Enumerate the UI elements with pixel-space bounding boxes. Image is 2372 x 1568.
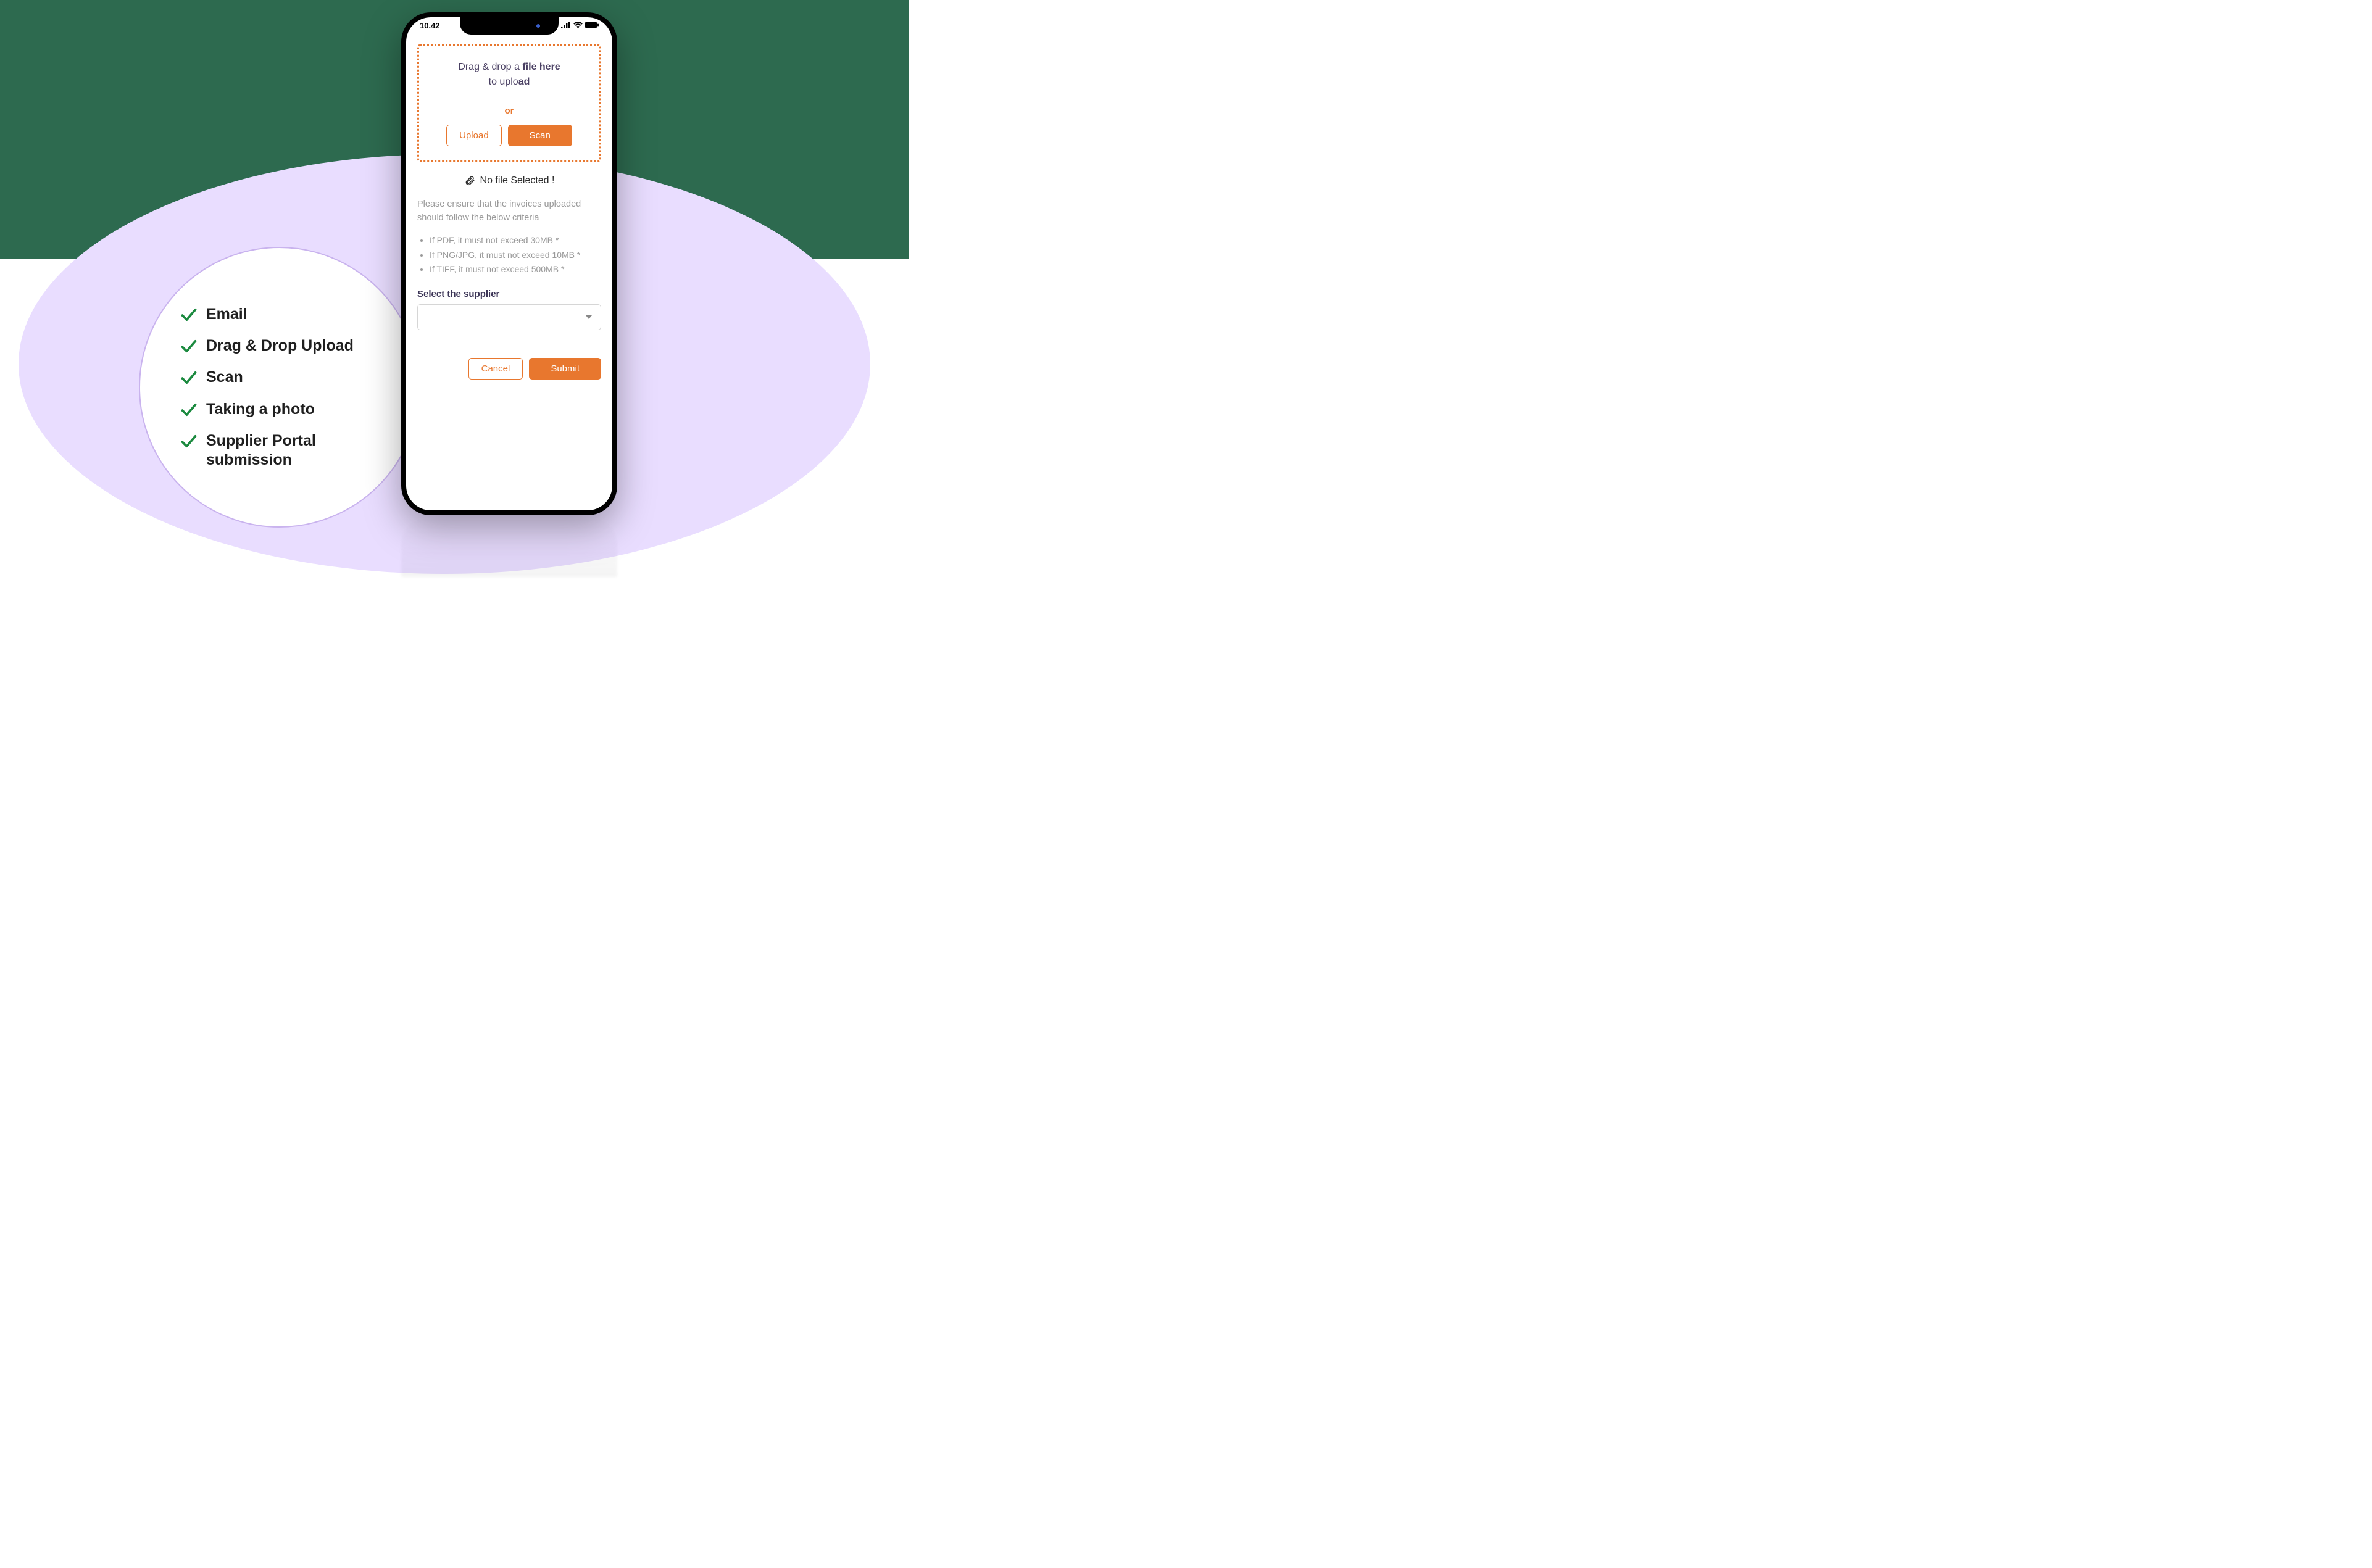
feature-label: Scan — [206, 368, 243, 387]
phone-frame: 10.42 Drag & drop a file here to upload — [401, 12, 617, 515]
phone-screen: 10.42 Drag & drop a file here to upload — [406, 17, 612, 510]
status-time: 10.42 — [420, 21, 440, 30]
criteria-item: If TIFF, it must not exceed 500MB * — [430, 263, 601, 276]
feature-label: Taking a photo — [206, 400, 315, 419]
feature-item: Scan — [180, 368, 418, 387]
paperclip-icon — [464, 175, 475, 186]
dropzone[interactable]: Drag & drop a file here to upload or Upl… — [417, 44, 601, 162]
no-file-row: No file Selected ! — [417, 175, 601, 186]
phone-reflection — [401, 515, 617, 577]
no-file-label: No file Selected ! — [480, 175, 555, 186]
feature-label: Email — [206, 305, 248, 324]
dropzone-title: Drag & drop a file here to upload — [425, 60, 593, 89]
check-icon — [180, 338, 198, 355]
dropzone-text-bold: file here — [522, 62, 560, 72]
battery-icon — [585, 21, 599, 30]
feature-item: Drag & Drop Upload — [180, 336, 418, 355]
submit-button[interactable]: Submit — [529, 358, 601, 380]
feature-label: Supplier Portal submission — [206, 431, 391, 470]
feature-item: Taking a photo — [180, 400, 418, 419]
camera-dot-icon — [536, 24, 540, 28]
criteria-item: If PDF, it must not exceed 30MB * — [430, 234, 601, 247]
dropzone-text-bold: ad — [518, 77, 530, 87]
check-icon — [180, 369, 198, 386]
check-icon — [180, 433, 198, 450]
criteria-item: If PNG/JPG, it must not exceed 10MB * — [430, 249, 601, 262]
check-icon — [180, 401, 198, 418]
supplier-select[interactable] — [417, 304, 601, 330]
signal-icon — [561, 21, 571, 30]
upload-note: Please ensure that the invoices uploaded… — [417, 197, 601, 225]
dropzone-buttons: Upload Scan — [425, 125, 593, 146]
cancel-button[interactable]: Cancel — [468, 358, 523, 380]
dropzone-text: to uplo — [489, 77, 518, 87]
screen-content: Drag & drop a file here to upload or Upl… — [406, 41, 612, 510]
upload-button[interactable]: Upload — [446, 125, 502, 146]
feature-label: Drag & Drop Upload — [206, 336, 354, 355]
criteria-list: If PDF, it must not exceed 30MB * If PNG… — [417, 234, 601, 278]
chevron-down-icon — [586, 315, 592, 319]
wifi-icon — [573, 21, 583, 30]
phone-notch — [460, 17, 559, 35]
check-icon — [180, 306, 198, 323]
form-actions: Cancel Submit — [417, 358, 601, 380]
feature-item: Email — [180, 305, 418, 324]
scan-button[interactable]: Scan — [508, 125, 572, 146]
feature-item: Supplier Portal submission — [180, 431, 418, 470]
features-circle: Email Drag & Drop Upload Scan Taking a p… — [139, 247, 420, 528]
status-indicators — [561, 21, 599, 30]
dropzone-text: Drag & drop a — [458, 62, 522, 72]
supplier-field-label: Select the supplier — [417, 289, 601, 299]
dropzone-or: or — [425, 106, 593, 116]
